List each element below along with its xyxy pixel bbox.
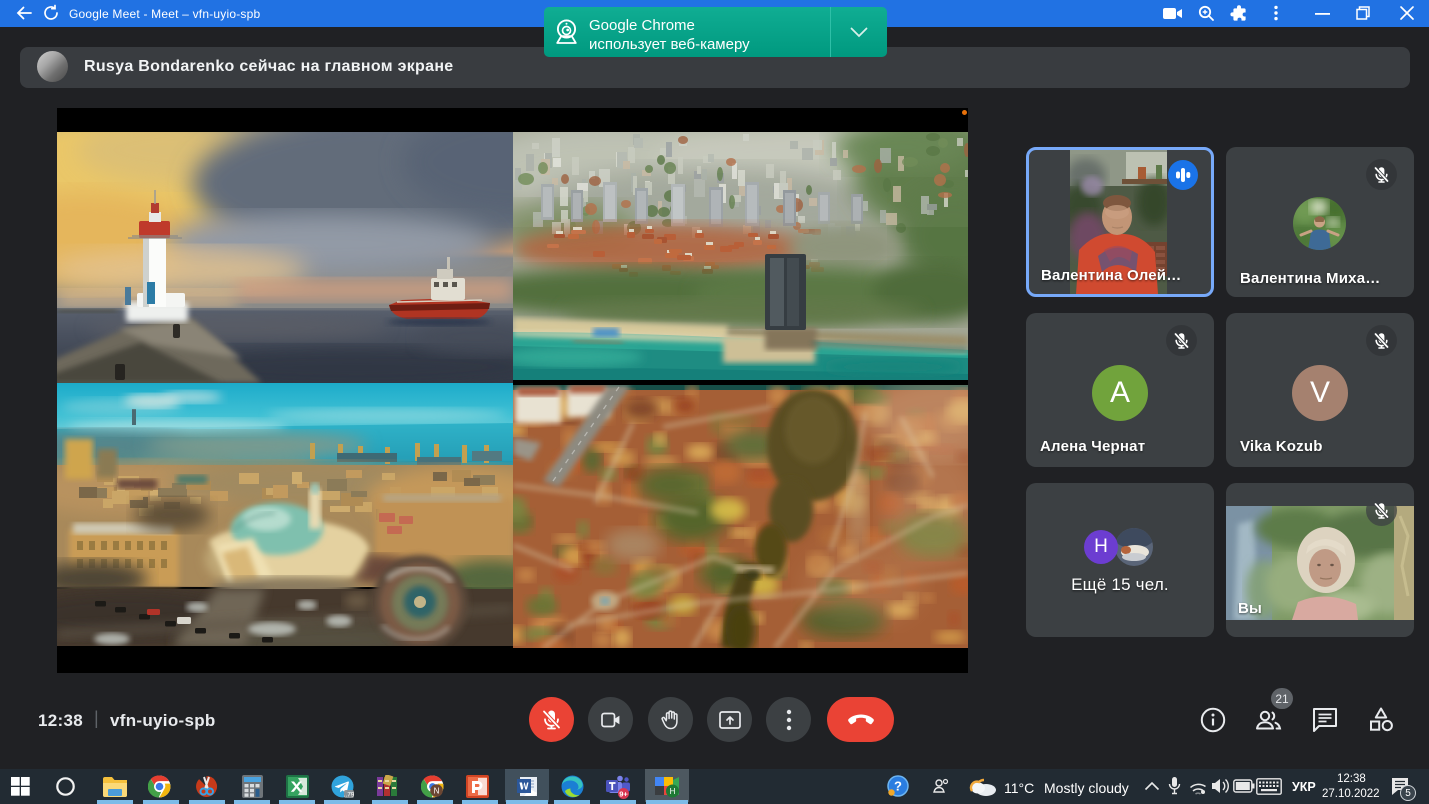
svg-text:N: N [434,786,440,795]
svg-text:H: H [670,787,676,796]
svg-text:9+: 9+ [619,789,628,798]
svg-text:..79: ..79 [344,792,354,799]
svg-text:?: ? [894,779,902,794]
